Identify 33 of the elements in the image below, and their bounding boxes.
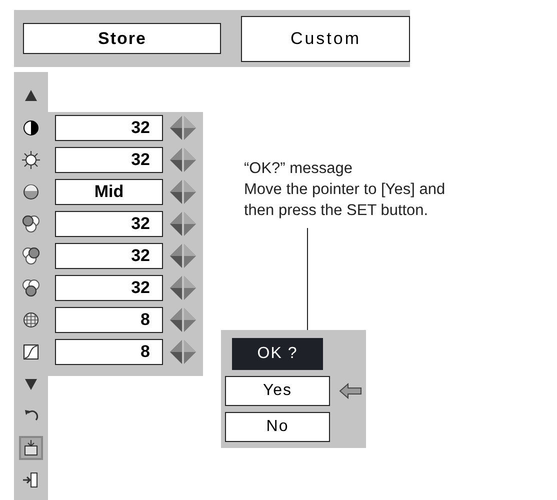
- pointer-arrow-icon: [339, 383, 363, 399]
- left-right-arrows-icon[interactable]: [169, 275, 197, 301]
- circles-icon[interactable]: [21, 246, 41, 266]
- left-right-arrows-icon[interactable]: [169, 243, 197, 269]
- mode-button[interactable]: Store: [23, 23, 222, 54]
- grid-sphere-icon[interactable]: [21, 310, 41, 330]
- left-right-arrows-icon[interactable]: [169, 115, 197, 141]
- callout-title: “OK?” message: [244, 159, 354, 179]
- callout-text: Move the pointer to [Yes] and then press the SET button.: [244, 180, 446, 221]
- option-button[interactable]: No: [225, 412, 330, 442]
- value-field[interactable]: Mid: [55, 179, 163, 205]
- left-right-arrows-icon[interactable]: [169, 147, 197, 173]
- value-field[interactable]: 8: [55, 339, 163, 365]
- value-field[interactable]: 32: [55, 243, 163, 269]
- left-right-arrows-icon[interactable]: [169, 211, 197, 237]
- left-right-arrows-icon[interactable]: [169, 179, 197, 205]
- circles-icon[interactable]: [21, 278, 41, 298]
- left-right-arrows-icon[interactable]: [169, 339, 197, 365]
- sphere-icon[interactable]: [21, 182, 41, 202]
- value-field[interactable]: 8: [55, 307, 163, 333]
- curve-icon[interactable]: [21, 342, 41, 362]
- value-field[interactable]: 32: [55, 147, 163, 173]
- store-icon[interactable]: [21, 438, 41, 458]
- sun-icon[interactable]: [21, 150, 41, 170]
- value-field[interactable]: 32: [55, 211, 163, 237]
- dialog-title: OK ?: [232, 338, 323, 370]
- left-right-arrows-icon[interactable]: [169, 307, 197, 333]
- option-button[interactable]: Yes: [225, 376, 330, 406]
- value-field[interactable]: 32: [55, 115, 163, 141]
- contrast-icon[interactable]: [21, 118, 41, 138]
- mode-button[interactable]: Custom: [241, 16, 410, 62]
- value-field[interactable]: 32: [55, 275, 163, 301]
- circles-icon[interactable]: [21, 214, 41, 234]
